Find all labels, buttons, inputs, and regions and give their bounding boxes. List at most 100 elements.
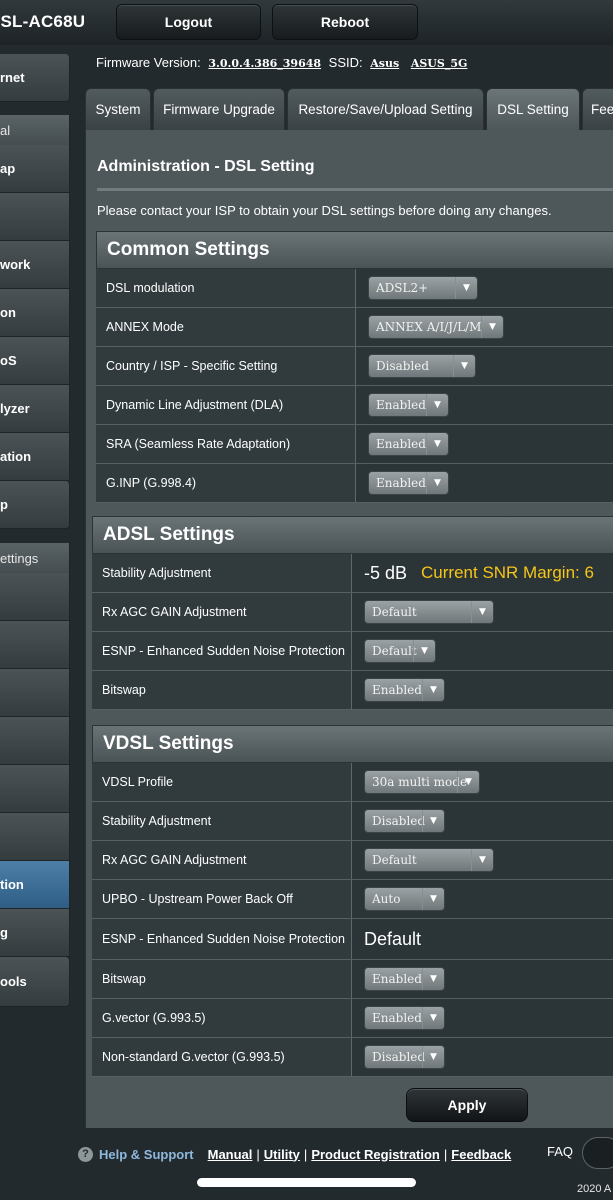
table-row: Stability Adjustment -5 dB Current SNR M… xyxy=(92,554,613,593)
table-row: Country / ISP - Specific Setting Disable… xyxy=(96,347,613,386)
table-row: Rx AGC GAIN Adjustment Default ▼ xyxy=(92,841,613,880)
manual-link[interactable]: Manual xyxy=(208,1147,253,1162)
table-row: Bitswap Enabled ▼ xyxy=(92,960,613,999)
table-row: DSL modulation ADSL2+ ▼ xyxy=(96,269,613,308)
sidebar-item-wireless[interactable] xyxy=(0,573,70,621)
chevron-down-icon: ▼ xyxy=(422,888,444,910)
table-row: Rx AGC GAIN Adjustment Default ▼ xyxy=(92,593,613,632)
sidebar-item-administration[interactable]: tion xyxy=(0,861,70,909)
select-value: Enabled xyxy=(376,437,426,451)
product-registration-link[interactable]: Product Registration xyxy=(311,1147,440,1162)
tab-system[interactable]: System xyxy=(85,88,151,130)
common-settings-heading: Common Settings xyxy=(96,231,613,269)
sidebar-item-network-tools[interactable]: ools xyxy=(0,957,70,1007)
row-label: Dynamic Line Adjustment (DLA) xyxy=(96,386,356,424)
row-label: Non-standard G.vector (G.993.5) xyxy=(92,1038,352,1076)
ssid-5g-link[interactable]: ASUS_5G xyxy=(411,57,468,70)
adsl-bitswap-select[interactable]: Enabled ▼ xyxy=(364,678,445,702)
select-value: Disabled xyxy=(376,359,430,373)
row-label: DSL modulation xyxy=(96,269,356,307)
adsl-settings-heading: ADSL Settings xyxy=(92,516,613,554)
vdsl-rx-agc-select[interactable]: Default ▼ xyxy=(364,848,494,872)
nonstandard-gvector-select[interactable]: Disabled ▼ xyxy=(364,1045,445,1069)
sidebar-item-lan[interactable] xyxy=(0,621,70,669)
tab-restore-save-upload[interactable]: Restore/Save/Upload Setting xyxy=(287,88,484,130)
tab-feedback[interactable]: Fee xyxy=(582,88,613,130)
sidebar-item-system-log[interactable]: g xyxy=(0,909,70,957)
logout-button[interactable]: Logout xyxy=(116,4,261,40)
sidebar-item-firewall[interactable] xyxy=(0,813,70,861)
adsl-rx-agc-select[interactable]: Default ▼ xyxy=(364,600,494,624)
sidebar-item-guest-network[interactable] xyxy=(0,193,70,241)
row-label: Stability Adjustment xyxy=(92,802,352,840)
table-row: G.vector (G.993.5) Enabled ▼ xyxy=(92,999,613,1038)
faq-search-input[interactable] xyxy=(582,1137,613,1169)
table-row: SRA (Seamless Rate Adaptation) Enabled ▼ xyxy=(96,425,613,464)
copyright-text: 2020 A xyxy=(577,1183,612,1195)
vdsl-profile-select[interactable]: 30a multi mode ▼ xyxy=(364,770,480,794)
home-indicator[interactable] xyxy=(197,1178,416,1187)
upbo-select[interactable]: Auto ▼ xyxy=(364,887,445,911)
annex-mode-select[interactable]: ANNEX A/I/J/L/M ▼ xyxy=(368,315,504,339)
faq-label: FAQ xyxy=(547,1144,574,1159)
select-value: ADSL2+ xyxy=(376,281,429,295)
separator: | xyxy=(256,1146,260,1162)
chevron-down-icon: ▼ xyxy=(426,433,448,455)
sidebar-item-aicloud[interactable]: p xyxy=(0,481,70,529)
main-panel: Administration - DSL Setting Please cont… xyxy=(85,130,613,1128)
select-value: Default xyxy=(372,644,417,658)
table-row: Bitswap Enabled ▼ xyxy=(92,671,613,710)
row-label: Country / ISP - Specific Setting xyxy=(96,347,356,385)
chevron-down-icon: ▼ xyxy=(481,316,503,338)
table-row: VDSL Profile 30a multi mode ▼ xyxy=(92,763,613,802)
sidebar-item-network-map[interactable]: ap xyxy=(0,145,70,193)
apply-button[interactable]: Apply xyxy=(406,1088,528,1122)
sidebar-item-traffic-analyzer[interactable]: lyzer xyxy=(0,385,70,433)
sidebar-item-parental-controls[interactable]: on xyxy=(0,289,70,337)
sra-select[interactable]: Enabled ▼ xyxy=(368,432,449,456)
sidebar-item-usb-application[interactable]: ation xyxy=(0,433,70,481)
row-label: VDSL Profile xyxy=(92,763,352,801)
row-label: Bitswap xyxy=(92,671,352,709)
table-row: ESNP - Enhanced Sudden Noise Protection … xyxy=(92,919,613,960)
sidebar-item-internet[interactable]: rnet xyxy=(0,54,70,102)
tab-dsl-setting[interactable]: DSL Setting xyxy=(486,88,580,130)
sidebar-item-vpn[interactable] xyxy=(0,765,70,813)
select-value: Enabled xyxy=(376,476,426,490)
select-value: Enabled xyxy=(372,1011,422,1025)
chevron-down-icon: ▼ xyxy=(422,1007,444,1029)
ginp-select[interactable]: Enabled ▼ xyxy=(368,471,449,495)
sidebar-item-ipv6[interactable] xyxy=(0,717,70,765)
sidebar-item-aiprotection[interactable]: work xyxy=(0,241,70,289)
utility-link[interactable]: Utility xyxy=(264,1147,300,1162)
separator: | xyxy=(443,1146,448,1162)
reboot-button[interactable]: Reboot xyxy=(272,4,418,40)
table-row: Stability Adjustment Disabled ▼ xyxy=(92,802,613,841)
vdsl-bitswap-select[interactable]: Enabled ▼ xyxy=(364,967,445,991)
vdsl-stability-select[interactable]: Disabled ▼ xyxy=(364,809,445,833)
page-title: Administration - DSL Setting xyxy=(97,158,315,175)
select-value: ANNEX A/I/J/L/M xyxy=(376,320,482,334)
dsl-modulation-select[interactable]: ADSL2+ ▼ xyxy=(368,276,478,300)
country-isp-select[interactable]: Disabled ▼ xyxy=(368,354,476,378)
help-icon: ? xyxy=(78,1146,93,1162)
tab-firmware-upgrade[interactable]: Firmware Upgrade xyxy=(153,88,285,130)
table-row: ANNEX Mode ANNEX A/I/J/L/M ▼ xyxy=(96,308,613,347)
gvector-select[interactable]: Enabled ▼ xyxy=(364,1006,445,1030)
chevron-down-icon: ▼ xyxy=(413,640,435,662)
row-label: G.INP (G.998.4) xyxy=(96,464,356,502)
sidebar-item-adaptive-qos[interactable]: oS xyxy=(0,337,70,385)
select-value: Default xyxy=(372,853,417,867)
select-value: Enabled xyxy=(372,683,422,697)
top-header: DSL-AC68U Logout Reboot xyxy=(0,0,613,45)
ssid-2g-link[interactable]: Asus xyxy=(370,57,399,70)
sidebar-item-wan[interactable] xyxy=(0,669,70,717)
firmware-version-link[interactable]: 3.0.0.4.386_39648 xyxy=(208,57,321,70)
adsl-esnp-select[interactable]: Default ▼ xyxy=(364,639,436,663)
separator: | xyxy=(303,1146,308,1162)
dla-select[interactable]: Enabled ▼ xyxy=(368,393,449,417)
table-row: ESNP - Enhanced Sudden Noise Protection … xyxy=(92,632,613,671)
firmware-info: Firmware Version: 3.0.0.4.386_39648 SSID… xyxy=(96,55,471,70)
title-divider xyxy=(97,188,613,191)
feedback-link[interactable]: Feedback xyxy=(451,1147,511,1162)
